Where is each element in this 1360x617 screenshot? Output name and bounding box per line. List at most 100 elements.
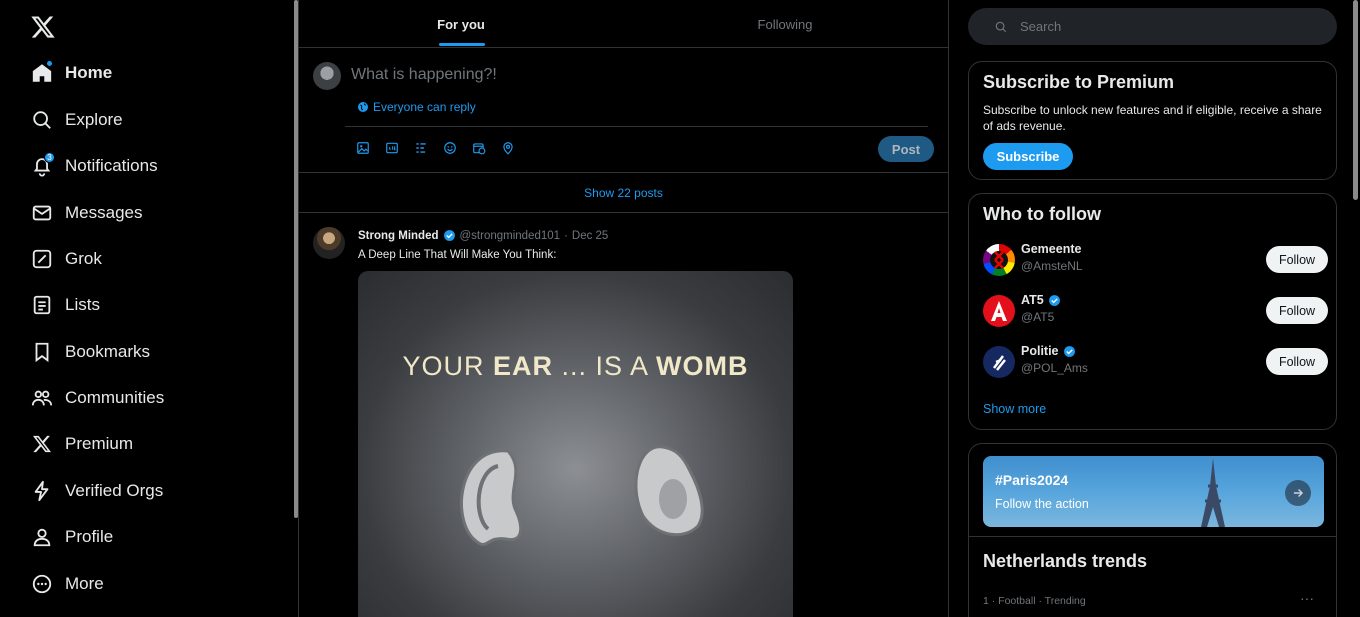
more-options-icon[interactable]: ··· — [1300, 590, 1314, 606]
sidebar-item-grok[interactable]: Grok — [28, 239, 102, 279]
follow-button[interactable]: Follow — [1266, 348, 1328, 375]
account-handle: @AmsteNL — [1021, 259, 1083, 273]
account-handle: @POL_Ams — [1021, 361, 1088, 375]
banner-subtitle: Follow the action — [995, 497, 1089, 511]
follow-suggestion[interactable]: AT5 @AT5 Follow — [983, 291, 1328, 331]
who-to-follow-title: Who to follow — [983, 204, 1101, 224]
tweet-header: Strong Minded @strongminded101 · Dec 25 — [358, 229, 608, 242]
location-icon[interactable] — [500, 140, 516, 156]
sidebar-item-label: Grok — [65, 249, 102, 268]
sidebar: Home Explore 3 Notifications Messages Gr… — [0, 0, 299, 617]
follow-suggestion[interactable]: Gemeente @AmsteNL Follow — [983, 240, 1328, 280]
banner-hashtag: #Paris2024 — [995, 472, 1069, 488]
sidebar-item-label: Bookmarks — [65, 342, 151, 361]
reply-setting-label: Everyone can reply — [373, 100, 476, 114]
arrow-right-icon[interactable] — [1285, 480, 1311, 506]
sidebar-item-verified-orgs[interactable]: Verified Orgs — [28, 471, 163, 511]
person-icon — [28, 523, 56, 551]
timeline-tabs: For you Following — [299, 0, 948, 48]
right-sidebar: Subscribe to Premium Subscribe to unlock… — [949, 0, 1360, 617]
sidebar-item-lists[interactable]: Lists — [28, 285, 100, 325]
list-icon — [28, 291, 56, 319]
sidebar-item-label: Messages — [65, 203, 143, 222]
subscribe-button[interactable]: Subscribe — [983, 143, 1073, 170]
notification-dot — [46, 60, 53, 67]
home-icon — [28, 59, 56, 87]
bookmark-icon — [28, 338, 56, 366]
x-logo-icon[interactable] — [30, 14, 56, 40]
more-circle-icon — [28, 570, 56, 598]
premium-card: Subscribe to Premium Subscribe to unlock… — [968, 61, 1337, 180]
gif-icon[interactable] — [384, 140, 400, 156]
premium-body: Subscribe to unlock new features and if … — [983, 103, 1322, 133]
sidebar-item-profile[interactable]: Profile — [28, 517, 113, 557]
sidebar-item-more[interactable]: More — [28, 564, 104, 604]
sidebar-item-home[interactable]: Home — [28, 53, 112, 93]
reply-setting-button[interactable]: Everyone can reply — [357, 100, 476, 114]
eiffel-tower-illustration — [1201, 458, 1225, 527]
image-icon[interactable] — [355, 140, 371, 156]
trend-meta: 1 · Football · Trending — [983, 595, 1086, 607]
show-more-link[interactable]: Show more — [983, 402, 1046, 416]
avatar[interactable] — [313, 227, 345, 259]
sidebar-item-label: Communities — [65, 388, 165, 407]
tweet-date[interactable]: Dec 25 — [572, 230, 608, 242]
globe-icon — [358, 102, 368, 112]
account-name: Gemeente — [1021, 242, 1082, 256]
search-icon — [995, 21, 1007, 32]
follow-suggestion[interactable]: Politie @POL_Ams Follow — [983, 342, 1328, 382]
search-input[interactable] — [1020, 19, 1320, 34]
sidebar-item-label: Explore — [65, 110, 123, 129]
tweet-image[interactable]: YOUR EAR ... IS A WOMB — [358, 271, 793, 617]
ear-illustration — [460, 445, 704, 546]
avatar[interactable] — [983, 346, 1015, 378]
sidebar-item-notifications[interactable]: 3 Notifications — [28, 146, 158, 186]
paris2024-banner[interactable]: #Paris2024 Follow the action — [983, 456, 1324, 527]
follow-button[interactable]: Follow — [1266, 246, 1328, 273]
bell-icon: 3 — [28, 152, 56, 180]
sidebar-item-label: Lists — [65, 295, 100, 314]
trends-card: #Paris2024 Follow the action Netherlands… — [968, 443, 1337, 617]
account-handle: @AT5 — [1021, 310, 1055, 324]
main-timeline: For you Following What is happening?! Ev… — [299, 0, 948, 617]
sidebar-item-explore[interactable]: Explore — [28, 100, 123, 140]
emoji-icon[interactable] — [442, 140, 458, 156]
show-new-posts-button[interactable]: Show 22 posts — [299, 173, 948, 213]
sidebar-item-communities[interactable]: Communities — [28, 378, 164, 418]
premium-title: Subscribe to Premium — [983, 72, 1175, 92]
sidebar-item-messages[interactable]: Messages — [28, 193, 142, 233]
x-icon — [28, 430, 56, 458]
verified-badge-icon — [1048, 294, 1060, 306]
tweet-text: A Deep Line That Will Make You Think: — [358, 249, 557, 261]
active-tab-indicator — [439, 43, 485, 46]
separator: · — [564, 229, 568, 242]
poll-icon[interactable] — [413, 140, 429, 156]
compose-input[interactable]: What is happening?! — [351, 66, 497, 84]
follow-button[interactable]: Follow — [1266, 297, 1328, 324]
sidebar-item-bookmarks[interactable]: Bookmarks — [28, 332, 150, 372]
mail-icon — [28, 199, 56, 227]
sidebar-item-label: Home — [65, 63, 113, 82]
author-name[interactable]: Strong Minded — [358, 230, 439, 242]
sidebar-item-label: Profile — [65, 527, 114, 546]
avatar[interactable] — [983, 295, 1015, 327]
schedule-icon[interactable] — [471, 140, 487, 156]
author-handle[interactable]: @strongminded101 — [460, 230, 561, 242]
verified-badge-icon — [443, 230, 455, 241]
page-scrollbar[interactable] — [1353, 0, 1358, 200]
search-bar[interactable] — [968, 8, 1337, 45]
tab-for-you[interactable]: For you — [299, 0, 623, 48]
app-root: Home Explore 3 Notifications Messages Gr… — [0, 0, 1360, 617]
verified-badge-icon — [1063, 345, 1075, 357]
account-name: AT5 — [1021, 293, 1061, 307]
avatar[interactable] — [983, 244, 1015, 276]
communities-icon — [28, 384, 56, 412]
avatar[interactable] — [313, 62, 341, 90]
trends-title: Netherlands trends — [983, 551, 1148, 571]
tweet[interactable]: Strong Minded @strongminded101 · Dec 25 … — [299, 213, 948, 617]
sidebar-item-premium[interactable]: Premium — [28, 424, 133, 464]
post-button[interactable]: Post — [878, 136, 934, 162]
sidebar-item-label: Premium — [65, 434, 134, 453]
tab-following[interactable]: Following — [623, 0, 947, 48]
sidebar-item-label: More — [65, 574, 104, 593]
